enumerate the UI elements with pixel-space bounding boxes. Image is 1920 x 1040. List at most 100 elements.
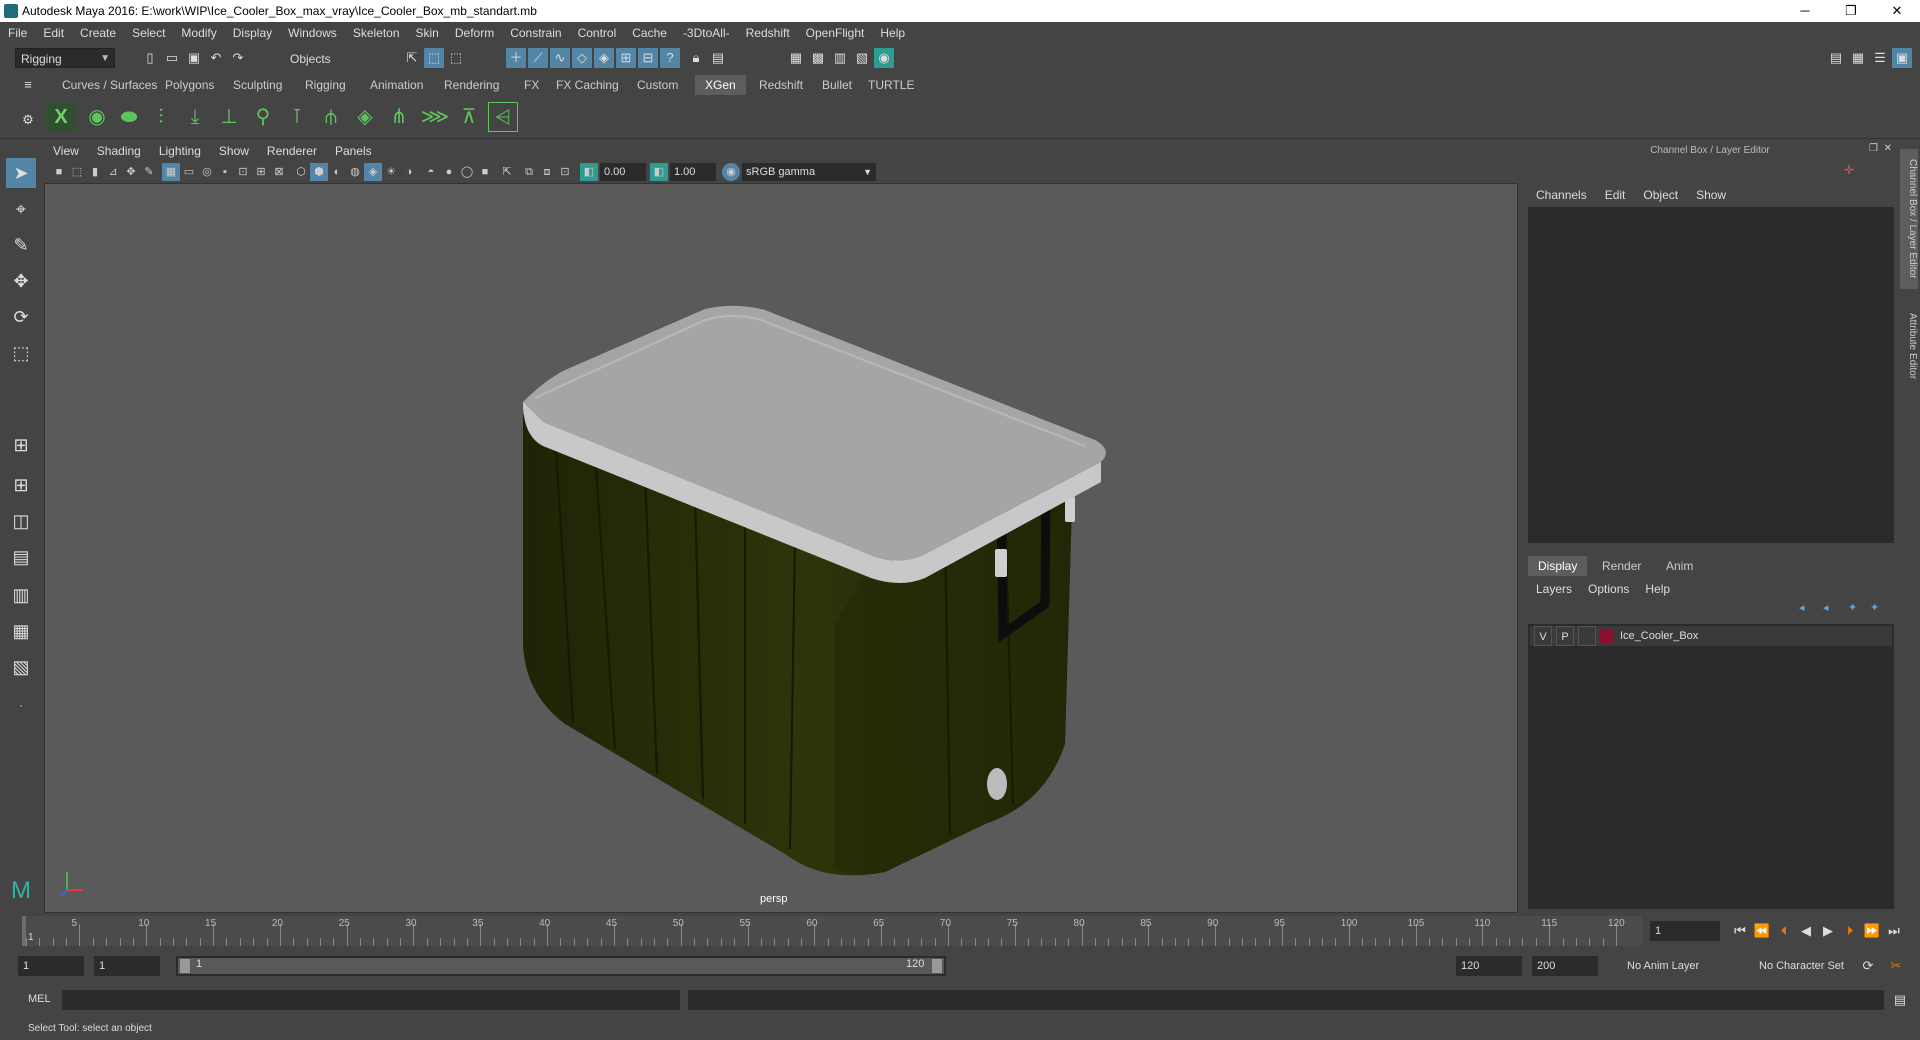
depth-of-field-icon[interactable]: ■ [476, 163, 494, 181]
save-scene-icon[interactable]: ▣ [184, 48, 204, 68]
auto-key-icon[interactable]: ⟳ [1858, 956, 1878, 976]
channel-box-area[interactable] [1528, 207, 1894, 543]
command-language-label[interactable]: MEL [28, 993, 51, 1005]
shelf-tab-rendering[interactable]: Rendering [434, 75, 509, 95]
exposure-icon[interactable]: ◧ [580, 163, 598, 181]
shelf-tab-curves-surfaces[interactable]: Curves / Surfaces [52, 75, 167, 95]
render-view-icon[interactable]: ▦ [786, 48, 806, 68]
shelf-tab-sculpting[interactable]: Sculpting [223, 75, 292, 95]
menu-file[interactable]: File [0, 22, 35, 44]
range-bar-fill[interactable] [178, 958, 944, 974]
menu-create[interactable]: Create [72, 22, 124, 44]
snap-grid-icon[interactable]: ＋ [506, 48, 526, 68]
anti-aliasing-icon[interactable]: ◯ [458, 163, 476, 181]
move-layer-up-icon[interactable]: ◂ [1799, 601, 1805, 614]
layout-persp-graph-icon[interactable]: ▦ [6, 616, 36, 646]
layer-color-swatch[interactable] [1600, 629, 1614, 643]
side-tab-channel-box[interactable]: Channel Box / Layer Editor [1900, 149, 1918, 289]
snap-point-icon[interactable]: ∿ [550, 48, 570, 68]
paint-select-tool-icon[interactable]: ✎ [6, 230, 36, 260]
menu-modify[interactable]: Modify [173, 22, 224, 44]
range-start-handle[interactable] [180, 959, 190, 973]
minimize-button[interactable]: ─ [1782, 0, 1828, 22]
layout-side-by-side-icon[interactable]: ◫ [6, 506, 36, 536]
close-button[interactable]: ✕ [1874, 0, 1920, 22]
viewport-menu-shading[interactable]: Shading [88, 141, 150, 161]
viewport-panel[interactable] [44, 141, 1518, 913]
select-object-icon[interactable]: ⬚ [424, 48, 444, 68]
screen-space-ao-icon[interactable]: ◓ [422, 163, 440, 181]
shelf-tab-polygons[interactable]: Polygons [155, 75, 224, 95]
lock-icon[interactable]: 🔒︎ [686, 48, 706, 68]
xgen-guide-select-icon[interactable]: ⚲ [248, 102, 278, 132]
channel-menu-channels[interactable]: Channels [1528, 185, 1597, 205]
xgen-guide-lock-icon[interactable]: ⊺ [282, 102, 312, 132]
isolate-select-icon[interactable]: ⇱ [498, 163, 516, 181]
two-d-pan-zoom-icon[interactable]: ✥ [122, 163, 140, 181]
layout-four-pane-icon[interactable]: ⊞ [6, 470, 36, 500]
smooth-shade-icon[interactable]: ⬢ [310, 163, 328, 181]
scene-end-field[interactable]: 200 [1532, 956, 1598, 976]
menu-windows[interactable]: Windows [280, 22, 345, 44]
channel-menu-show[interactable]: Show [1688, 185, 1736, 205]
selection-mask-dropdown[interactable]: Objects [284, 48, 380, 68]
xgen-guide-place-icon[interactable]: ⤓ [180, 102, 210, 132]
new-layer-icon[interactable]: ✦ [1848, 601, 1857, 614]
xray-icon[interactable]: ◑ [400, 163, 418, 181]
xgen-guide-bend-icon[interactable]: ⫛ [316, 102, 346, 132]
render-frame-icon[interactable]: ▩ [808, 48, 828, 68]
use-all-lights-icon[interactable]: ◈ [364, 163, 382, 181]
snap-curve-icon[interactable]: ⟋ [528, 48, 548, 68]
play-forwards-icon[interactable]: ▶ [1818, 921, 1838, 941]
tool-settings-icon[interactable]: ☰ [1870, 48, 1890, 68]
anim-prefs-icon[interactable]: ✂ [1886, 956, 1906, 976]
shelf-tab-xgen[interactable]: XGen [695, 75, 746, 95]
go-to-start-icon[interactable]: ⏮ [1730, 921, 1750, 941]
wireframe-on-shaded-icon[interactable]: ◐ [328, 163, 346, 181]
xgen-preview-icon[interactable]: ◉ [82, 102, 112, 132]
shelf-tab-bullet[interactable]: Bullet [812, 75, 862, 95]
step-forward-key-icon[interactable]: ⏩ [1862, 921, 1882, 941]
film-gate-icon[interactable]: ▭ [180, 163, 198, 181]
shelf-tab-fx-caching[interactable]: FX Caching [546, 75, 629, 95]
range-end-handle[interactable] [932, 959, 942, 973]
layer-visibility-toggle[interactable]: V [1534, 626, 1552, 646]
layout-graph-icon[interactable]: ▥ [6, 580, 36, 610]
resolution-gate-icon[interactable]: ◎ [198, 163, 216, 181]
xgen-editor-icon[interactable]: X [46, 102, 76, 132]
menu-edit[interactable]: Edit [35, 22, 72, 44]
float-panel-icon[interactable]: ❐ [1869, 143, 1878, 154]
scale-tool-icon[interactable]: ⬚ [6, 338, 36, 368]
character-set-dropdown[interactable]: No Character Set [1754, 956, 1866, 976]
menu-skin[interactable]: Skin [408, 22, 447, 44]
layout-persp-outliner-icon[interactable]: ▧ [6, 652, 36, 682]
select-hierarchy-icon[interactable]: ⇱ [402, 48, 422, 68]
hypershade-icon[interactable]: ◉ [874, 48, 894, 68]
safe-title-icon[interactable]: ⊠ [270, 163, 288, 181]
grid-icon[interactable]: ▦ [162, 163, 180, 181]
channel-box-toggle-icon[interactable]: ▣ [1892, 48, 1912, 68]
viewport-menu-panels[interactable]: Panels [326, 141, 381, 161]
go-to-end-icon[interactable]: ⏭ [1884, 921, 1904, 941]
colorspace-dropdown[interactable]: sRGB gamma ▼ [742, 163, 876, 181]
viewport-menu-view[interactable]: View [44, 141, 88, 161]
script-editor-icon[interactable]: ▤ [1890, 990, 1910, 1010]
xgen-groom-icon[interactable]: ⋔ [384, 102, 414, 132]
select-component-icon[interactable]: ⬚ [446, 48, 466, 68]
layout-outliner-icon[interactable]: ▤ [6, 542, 36, 572]
viewport-menu-lighting[interactable]: Lighting [150, 141, 210, 161]
step-back-key-icon[interactable]: ⏪ [1752, 921, 1772, 941]
undo-icon[interactable]: ↶ [206, 48, 226, 68]
menu-cache[interactable]: Cache [624, 22, 675, 44]
xgen-fur-icon[interactable]: ⋙ [420, 102, 450, 132]
play-backwards-icon[interactable]: ◀ [1796, 921, 1816, 941]
menu-select[interactable]: Select [124, 22, 173, 44]
xray-active-icon[interactable]: ⧈ [538, 163, 556, 181]
rotate-tool-icon[interactable]: ⟳ [6, 302, 36, 332]
xgen-interactive-groom-icon[interactable]: ⩤ [488, 102, 518, 132]
shelf-tab-fx[interactable]: FX [514, 75, 549, 95]
channel-menu-edit[interactable]: Edit [1597, 185, 1636, 205]
snap-help-icon[interactable]: ? [660, 48, 680, 68]
wireframe-icon[interactable]: ⬡ [292, 163, 310, 181]
range-bar[interactable]: 1 120 [176, 956, 946, 976]
